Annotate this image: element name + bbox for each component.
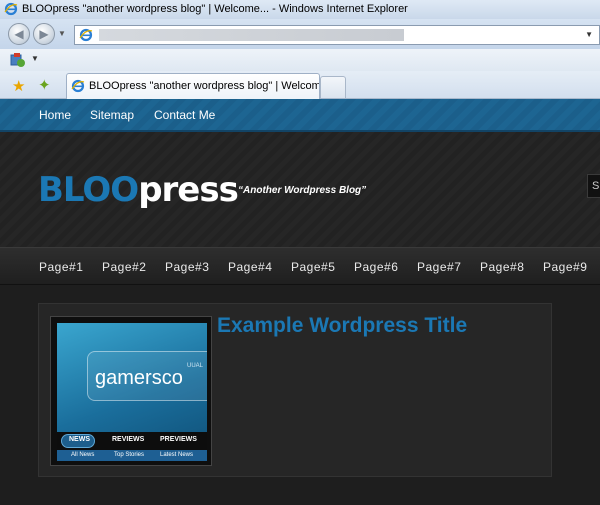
page-link-1[interactable]: Page#1 xyxy=(39,260,83,274)
logo-bloo: BLOO xyxy=(38,170,139,210)
page-link-9[interactable]: Page#9 xyxy=(543,260,587,274)
history-dropdown-icon[interactable]: ▼ xyxy=(58,29,66,38)
thumbnail-submenu: All News Top Stories Latest News xyxy=(57,450,207,461)
tab-bar: ★ ✦ BLOOpress "another wordpress blog" |… xyxy=(0,71,600,99)
nav-home-link[interactable]: Home xyxy=(39,108,71,122)
thumbnail-sub-all-news: All News xyxy=(71,452,95,458)
ie-page-icon xyxy=(79,28,93,42)
thumbnail-menu-news: NEWS xyxy=(69,436,90,443)
add-favorite-icon[interactable]: ✦ xyxy=(38,76,51,94)
window-title: BLOOpress "another wordpress blog" | Wel… xyxy=(22,3,408,15)
forward-arrow-icon: ▶ xyxy=(39,27,49,41)
nav-sitemap-link[interactable]: Sitemap xyxy=(90,108,134,122)
thumbnail-brand: gamersco xyxy=(95,367,183,389)
search-input[interactable]: S xyxy=(587,174,600,198)
tab-title: BLOOpress "another wordpress blog" | Wel… xyxy=(89,80,320,92)
top-navigation: Home Sitemap Contact Me xyxy=(0,99,600,132)
nav-contact-link[interactable]: Contact Me xyxy=(154,108,215,122)
page-link-4[interactable]: Page#4 xyxy=(228,260,272,274)
address-dropdown-icon[interactable]: ▼ xyxy=(585,30,593,39)
active-tab[interactable]: BLOOpress "another wordpress blog" | Wel… xyxy=(66,73,320,99)
logo-press: press xyxy=(138,170,239,210)
content-area: gamersco UUAL NEWS REVIEWS PREVIEWS All … xyxy=(0,285,600,505)
compatibility-icon[interactable] xyxy=(10,52,26,68)
post-title-link[interactable]: Example Wordpress Title xyxy=(217,314,467,338)
command-bar: ▼ xyxy=(0,49,600,71)
favorites-star-icon[interactable]: ★ xyxy=(12,77,25,95)
post-thumbnail[interactable]: gamersco UUAL NEWS REVIEWS PREVIEWS All … xyxy=(50,316,212,466)
tool-dropdown-icon[interactable]: ▼ xyxy=(31,54,39,63)
new-tab-button[interactable] xyxy=(320,76,346,98)
address-bar[interactable]: ▼ xyxy=(74,25,600,45)
page-link-8[interactable]: Page#8 xyxy=(480,260,524,274)
thumbnail-sub-latest-news: Latest News xyxy=(160,452,194,458)
thumbnail-menu-reviews: REVIEWS xyxy=(112,436,145,443)
navigation-bar: ◀ ▶ ▼ ▼ xyxy=(0,19,600,49)
web-page: Home Sitemap Contact Me BLOOpress “Anoth… xyxy=(0,99,600,505)
page-link-3[interactable]: Page#3 xyxy=(165,260,209,274)
ie-logo-icon xyxy=(4,2,18,16)
site-tagline: “Another Wordpress Blog” xyxy=(238,185,367,196)
page-link-7[interactable]: Page#7 xyxy=(417,260,461,274)
back-arrow-icon: ◀ xyxy=(14,27,24,41)
forward-button[interactable]: ▶ xyxy=(33,23,55,45)
url-text-blurred xyxy=(99,29,404,41)
page-navigation: Page#1 Page#2 Page#3 Page#4 Page#5 Page#… xyxy=(0,247,600,285)
post-card: gamersco UUAL NEWS REVIEWS PREVIEWS All … xyxy=(38,303,552,477)
thumbnail-sub-top-stories: Top Stories xyxy=(114,452,145,458)
page-link-2[interactable]: Page#2 xyxy=(102,260,146,274)
page-link-5[interactable]: Page#5 xyxy=(291,260,335,274)
page-link-6[interactable]: Page#6 xyxy=(354,260,398,274)
thumbnail-menu-previews: PREVIEWS xyxy=(160,436,197,443)
thumbnail-image: gamersco UUAL NEWS REVIEWS PREVIEWS All … xyxy=(57,323,207,461)
back-button[interactable]: ◀ xyxy=(8,23,30,45)
site-logo[interactable]: BLOOpress xyxy=(38,170,239,210)
thumbnail-menu: NEWS REVIEWS PREVIEWS xyxy=(57,432,207,450)
site-header: BLOOpress “Another Wordpress Blog” S xyxy=(0,132,600,247)
thumbnail-tag: UUAL xyxy=(187,363,204,369)
tab-ie-icon xyxy=(71,79,85,93)
window-titlebar: BLOOpress "another wordpress blog" | Wel… xyxy=(0,0,600,19)
